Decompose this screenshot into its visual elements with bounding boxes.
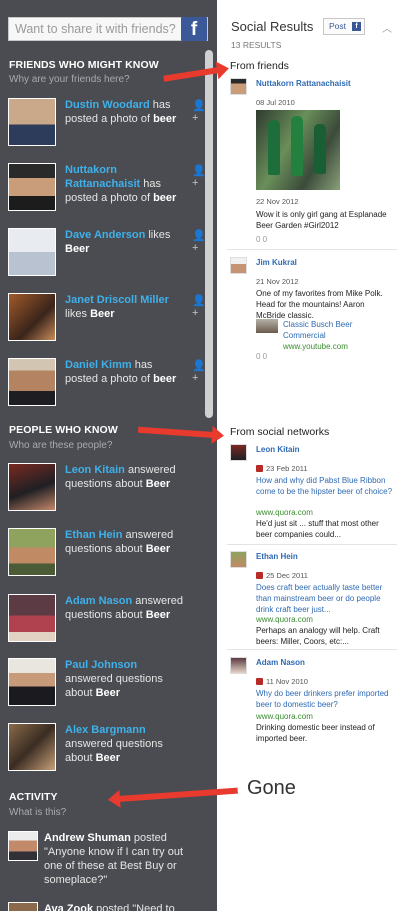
network-result-card: Ethan Hein 25 Dec 2011 Does craft beer a… [230,551,396,651]
divider [227,249,397,250]
answer-snippet: Perhaps an analogy will help. Craft beer… [256,626,380,646]
facebook-icon: f [352,22,361,31]
facebook-icon[interactable]: f [181,17,207,41]
divider [227,544,397,545]
collapse-icon[interactable]: ︿ [382,20,392,35]
expert-text: Adam Nason answered questions about Beer [65,595,184,621]
quora-icon [256,572,263,579]
avatar [230,257,247,274]
avatar [230,444,247,461]
add-friend-icon[interactable]: 👤+ [192,359,206,384]
right-panel: Social Results 13 RESULTS Post f ︿ From f… [217,0,400,911]
friend-text: Janet Driscoll Miller likes Beer [65,294,169,320]
network-result-card: Leon Kitain 23 Feb 2011 How and why did … [230,444,396,544]
like-counts[interactable]: 0 0 [256,234,267,245]
quora-icon [256,678,263,685]
friend-name[interactable]: Daniel Kimm [65,359,132,371]
share-input[interactable]: Want to share it with friends? f [8,17,208,41]
friend-result-card: Nuttakorn Rattanachaisit 08 Jul 2010 22 … [230,78,396,248]
avatar [8,228,56,276]
friend-name[interactable]: Janet Driscoll Miller [65,294,169,306]
question-link[interactable]: Does craft beer actually taste better th… [256,582,396,615]
post-text: One of my favorites from Mike Polk. Head… [256,289,383,320]
expert-name[interactable]: Leon Kitain [65,464,125,476]
post-button[interactable]: Post f [323,18,365,35]
result-author[interactable]: Nuttakorn Rattanachaisit [256,78,351,89]
question-link[interactable]: How and why did Pabst Blue Ribbon come t… [256,475,396,497]
scrollbar[interactable] [205,50,213,418]
friends-section-title: FRIENDS WHO MIGHT KNOW [9,59,159,71]
left-panel: Want to share it with friends? f FRIENDS… [0,0,217,911]
network-result-card: Adam Nason 11 Nov 2010 Why do beer drink… [230,657,396,747]
people-section-title: PEOPLE WHO KNOW [9,424,118,436]
add-friend-icon[interactable]: 👤+ [192,294,206,319]
activity-section-subtitle[interactable]: What is this? [9,807,66,818]
avatar [8,594,56,642]
activity-text: Ava Zook posted "Need to [44,902,194,911]
activity-text: Andrew Shuman posted "Anyone know if I c… [44,832,184,886]
divider [227,649,397,650]
video-thumbnail[interactable] [256,319,278,333]
avatar [8,98,56,146]
result-author[interactable]: Leon Kitain [256,444,300,455]
post-photo[interactable] [256,110,340,190]
from-networks-heading: From social networks [230,426,330,438]
activity-name[interactable]: Ava Zook [44,903,93,911]
expert-text: Leon Kitain answered questions about Bee… [65,464,176,490]
avatar [8,831,38,861]
avatar [8,723,56,771]
avatar [8,658,56,706]
avatar [8,463,56,511]
activity-section-title: ACTIVITY [9,791,58,803]
friend-text: Dave Anderson likes Beer [65,229,171,255]
friend-name[interactable]: Nuttakorn Rattanachaisit [65,164,140,190]
people-section-subtitle[interactable]: Who are these people? [9,440,112,451]
panel-title: Social Results [231,19,314,34]
expert-name[interactable]: Paul Johnson [65,659,137,671]
avatar [8,528,56,576]
add-friend-icon[interactable]: 👤+ [192,99,206,124]
like-counts[interactable]: 0 0 [256,351,267,362]
post-text: Wow it is only girl gang at Esplanade Be… [256,210,387,230]
result-author[interactable]: Ethan Hein [256,551,298,562]
expert-name[interactable]: Adam Nason [65,595,132,607]
add-friend-icon[interactable]: 👤+ [192,164,206,189]
avatar [8,358,56,406]
question-link[interactable]: Why do beer drinkers prefer imported bee… [256,688,396,710]
gone-annotation: Gone [247,777,296,799]
friend-result-card: Jim Kukral 21 Nov 2012 One of my favorit… [230,257,396,361]
expert-text: Ethan Hein answered questions about Beer [65,529,174,555]
result-author[interactable]: Adam Nason [256,657,305,668]
avatar [230,551,247,568]
friend-name[interactable]: Dustin Woodard [65,99,150,111]
result-author[interactable]: Jim Kukral [256,257,297,268]
expert-name[interactable]: Alex Bargmann [65,724,146,736]
friends-section-subtitle[interactable]: Why are your friends here? [9,74,130,85]
results-count: 13 RESULTS [231,40,282,50]
friend-text: Dustin Woodard has posted a photo of bee… [65,99,177,125]
expert-text: Alex Bargmann answered questions about B… [65,724,163,764]
answer-snippet: He'd just sit ... stuff that most other … [256,519,379,539]
expert-text: Paul Johnson answered questions about Be… [65,659,163,699]
friend-text: Daniel Kimm has posted a photo of beer [65,359,177,385]
avatar [8,902,38,911]
add-friend-icon[interactable]: 👤+ [192,229,206,254]
friend-name[interactable]: Dave Anderson [65,229,145,241]
share-placeholder: Want to share it with friends? [15,22,176,36]
avatar [8,163,56,211]
expert-name[interactable]: Ethan Hein [65,529,122,541]
answer-snippet: Drinking domestic beer instead of import… [256,723,375,743]
avatar [8,293,56,341]
quora-icon [256,465,263,472]
activity-name[interactable]: Andrew Shuman [44,832,131,844]
friend-text: Nuttakorn Rattanachaisit has posted a ph… [65,164,177,204]
avatar [230,657,247,674]
from-friends-heading: From friends [230,60,289,72]
avatar [230,78,247,95]
shared-link[interactable]: Classic Busch Beer Commercial [283,319,391,341]
